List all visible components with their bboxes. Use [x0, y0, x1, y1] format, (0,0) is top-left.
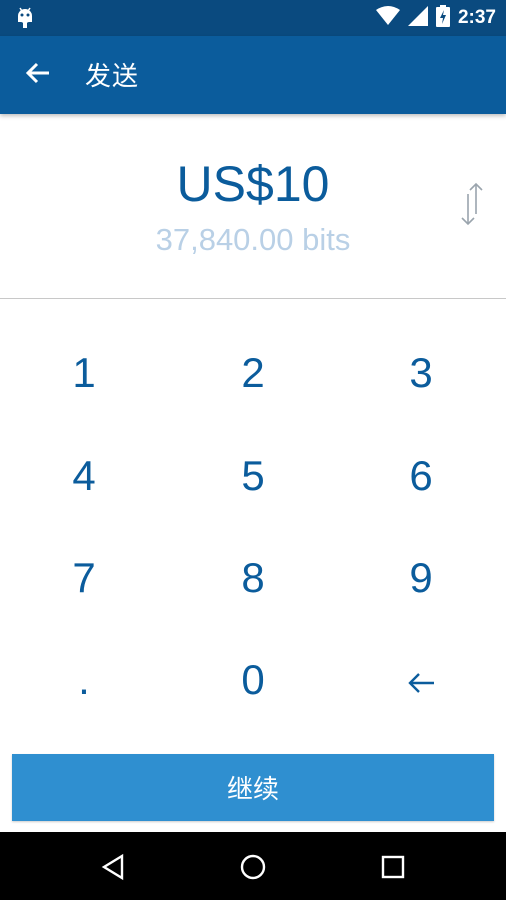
battery-charging-icon	[435, 5, 450, 31]
divider	[0, 298, 506, 299]
amount-primary: US$10	[176, 156, 330, 212]
key-2[interactable]: 2	[169, 323, 337, 423]
key-8[interactable]: 8	[169, 528, 337, 628]
amount-display: US$10 37,840.00 bits	[0, 118, 506, 298]
continue-button[interactable]: 继续	[12, 754, 494, 821]
status-time: 2:37	[457, 7, 496, 28]
key-7[interactable]: 7	[0, 528, 168, 628]
key-9[interactable]: 9	[337, 528, 505, 628]
swap-vertical-icon	[454, 182, 494, 232]
back-triangle-icon[interactable]	[96, 850, 130, 884]
swap-currency-button[interactable]	[454, 180, 494, 228]
key-6[interactable]: 6	[337, 426, 505, 526]
navigation-bar	[0, 832, 506, 900]
status-bar: 2:37	[0, 0, 506, 36]
amount-secondary: 37,840.00 bits	[155, 222, 351, 257]
key-decimal[interactable]: .	[0, 630, 168, 730]
back-button[interactable]	[18, 55, 58, 95]
wifi-icon	[375, 6, 400, 30]
app-bar: 发送	[0, 36, 506, 114]
arrow-left-icon	[25, 62, 51, 88]
key-4[interactable]: 4	[0, 426, 168, 526]
backspace-button[interactable]	[337, 630, 505, 730]
backspace-arrow-icon	[406, 656, 436, 704]
key-3[interactable]: 3	[337, 323, 505, 423]
key-0[interactable]: 0	[169, 630, 337, 730]
android-debug-icon	[14, 6, 36, 34]
key-5[interactable]: 5	[169, 426, 337, 526]
page-title: 发送	[85, 62, 140, 92]
recents-square-icon[interactable]	[376, 850, 410, 884]
home-circle-icon[interactable]	[236, 850, 270, 884]
key-1[interactable]: 1	[0, 323, 168, 423]
signal-icon	[407, 6, 428, 30]
